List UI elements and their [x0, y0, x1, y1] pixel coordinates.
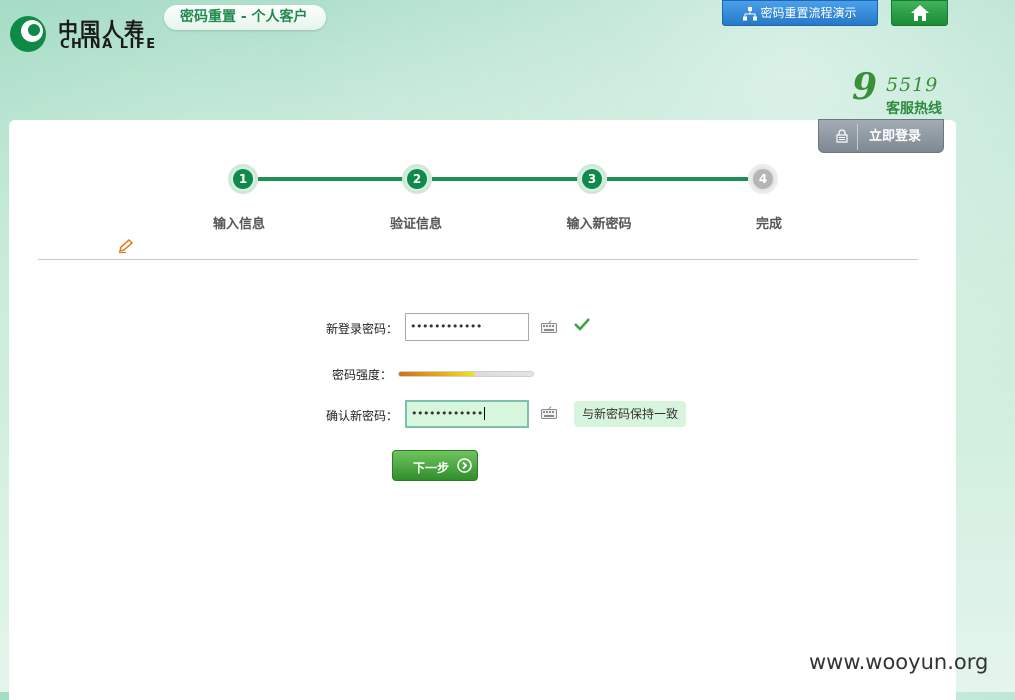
step-4-marker: 4 [748, 164, 778, 194]
confirm-password-label: 确认新密码： [325, 409, 398, 423]
keyboard-icon[interactable] [541, 406, 557, 419]
text-cursor [483, 407, 485, 420]
step-3-marker: 3 [577, 164, 607, 194]
step-4-label: 完成 [755, 217, 782, 232]
confirm-password-value: •••••••••••• [411, 407, 483, 420]
next-step-button[interactable]: 下一步 [392, 450, 478, 481]
next-button-label: 下一步 [413, 461, 450, 475]
confirm-password-hint: 与新密码保持一致 [574, 401, 687, 427]
step-2-number: 2 [407, 169, 427, 189]
check-icon [574, 318, 590, 331]
step-4-number: 4 [753, 169, 773, 189]
progress-steps: 1 2 3 4 输入信息 验证信息 输入新密码 完成 [0, 0, 1015, 260]
new-password-input[interactable]: •••••••••••• [405, 313, 529, 341]
arrow-right-circle-icon [457, 458, 472, 473]
step-2-marker: 2 [402, 164, 432, 194]
step-connector-2 [432, 177, 580, 181]
step-3-label: 输入新密码 [566, 217, 632, 232]
password-strength-meter [398, 371, 534, 377]
pencil-icon [118, 238, 134, 254]
confirm-password-input[interactable]: •••••••••••• [405, 400, 529, 428]
step-connector-3 [607, 177, 753, 181]
step-2-label: 验证信息 [389, 217, 442, 232]
step-1-number: 1 [233, 169, 253, 189]
password-strength-label: 密码强度： [331, 368, 392, 382]
watermark: www.wooyun.org [809, 650, 989, 674]
new-password-label: 新登录密码： [325, 322, 398, 336]
step-connector-1 [258, 177, 404, 181]
section-divider [38, 259, 918, 260]
step-1-label: 输入信息 [212, 217, 265, 232]
step-3-number: 3 [582, 169, 602, 189]
keyboard-icon[interactable] [541, 320, 557, 333]
step-1-marker: 1 [228, 164, 258, 194]
